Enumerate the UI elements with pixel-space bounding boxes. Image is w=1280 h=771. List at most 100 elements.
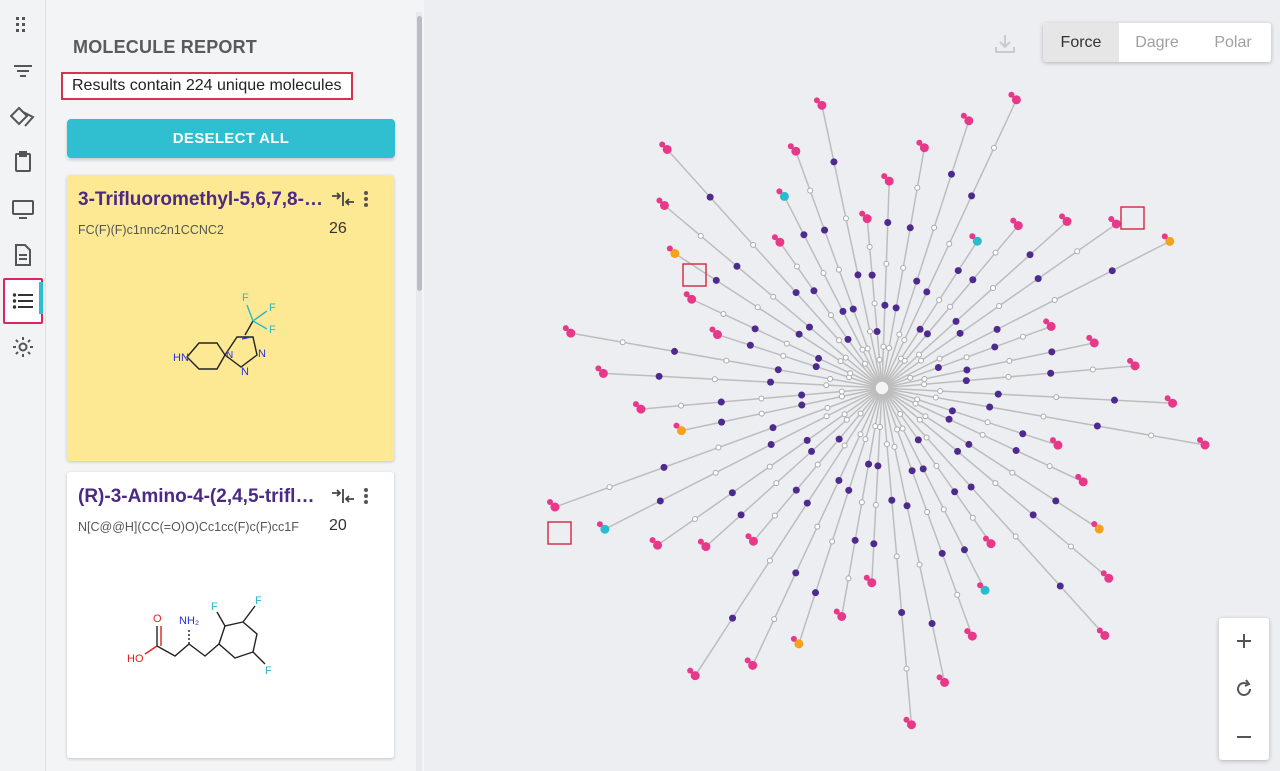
graph-node	[1059, 213, 1066, 220]
list-icon[interactable]	[3, 278, 43, 324]
graph-node	[854, 271, 862, 279]
graph-node	[805, 323, 813, 331]
graph-node	[1051, 297, 1058, 304]
graph-node	[962, 377, 970, 385]
reset-zoom-icon[interactable]	[1219, 666, 1269, 712]
graph-node	[792, 289, 800, 297]
more-menu-icon[interactable]	[363, 487, 369, 510]
graph-node	[771, 616, 778, 623]
graph-node	[656, 497, 664, 505]
graph-node	[1043, 318, 1050, 325]
graph-node	[767, 440, 775, 448]
network-graph[interactable]: Force Dagre Polar	[424, 0, 1280, 771]
graph-node	[881, 173, 888, 180]
graph-node	[861, 360, 868, 367]
graph-node	[835, 435, 843, 443]
graph-node	[906, 224, 914, 232]
graph-node	[1091, 521, 1098, 528]
download-icon[interactable]	[993, 33, 1017, 60]
molecule-name: 3-Trifluoromethyl-5,6,7,8-tetrahydro-[1,…	[78, 189, 323, 210]
graph-node	[1086, 334, 1093, 341]
graph-node	[827, 312, 834, 319]
graph-node	[835, 266, 842, 273]
graph-node	[706, 193, 714, 201]
graph-node	[812, 363, 820, 371]
graph-node	[783, 340, 790, 347]
more-menu-icon[interactable]	[363, 190, 369, 213]
gear-icon[interactable]	[3, 327, 43, 367]
graph-node	[913, 277, 921, 285]
graph-node	[912, 400, 919, 407]
graph-canvas[interactable]	[424, 0, 1280, 771]
graph-node	[996, 302, 1003, 309]
apps-icon[interactable]	[3, 5, 43, 45]
zoom-in-icon[interactable]	[1219, 618, 1269, 664]
zoom-out-icon[interactable]	[1219, 714, 1269, 760]
graph-node	[717, 398, 725, 406]
layout-force-button[interactable]: Force	[1043, 23, 1119, 62]
graph-node	[619, 339, 626, 346]
graph-node	[866, 243, 873, 250]
layout-dagre-button[interactable]: Dagre	[1119, 23, 1195, 62]
graph-node	[841, 411, 848, 418]
graph-node	[728, 489, 736, 497]
graph-node	[1053, 394, 1060, 401]
graph-node	[787, 143, 794, 150]
graph-node	[770, 293, 777, 300]
graph-node	[814, 523, 821, 530]
graph-node	[666, 245, 673, 252]
graph-node	[1056, 582, 1064, 590]
graph-node	[843, 416, 850, 423]
graph-node	[897, 410, 904, 417]
graph-node	[606, 484, 613, 491]
filter-icon[interactable]	[3, 51, 43, 91]
graph-node	[815, 354, 823, 362]
graph-node	[1026, 251, 1034, 259]
layout-polar-button[interactable]: Polar	[1195, 23, 1271, 62]
graph-node	[923, 330, 931, 338]
scrollbar-thumb[interactable]	[417, 16, 422, 291]
graph-node	[960, 546, 968, 554]
atom-label: F	[211, 601, 218, 613]
graph-node	[892, 304, 900, 312]
atom-label: N	[258, 348, 266, 360]
graph-node	[810, 287, 818, 295]
graph-node	[562, 325, 569, 332]
graph-node	[940, 506, 947, 513]
document-icon[interactable]	[3, 235, 43, 275]
graph-node	[723, 357, 730, 364]
graph-node	[876, 356, 883, 363]
graph-node	[798, 391, 806, 399]
compare-arrows-icon[interactable]	[331, 488, 355, 509]
monitor-icon[interactable]	[3, 189, 43, 229]
graph-node	[968, 192, 976, 200]
graph-node	[923, 434, 930, 441]
molecule-card[interactable]: (R)-3-Amino-4-(2,4,5-trifluorophenyl)but…	[67, 472, 394, 758]
graph-node	[1096, 627, 1103, 634]
graph-node	[954, 591, 961, 598]
layout-toggle[interactable]: Force Dagre Polar	[1043, 23, 1271, 62]
graph-node	[928, 620, 936, 628]
molecule-card[interactable]: 3-Trifluoromethyl-5,6,7,8-tetrahydro-[1,…	[67, 175, 394, 461]
graph-node	[1034, 275, 1042, 283]
graph-node	[803, 436, 811, 444]
atom-label: F	[269, 302, 276, 314]
graph-node	[803, 499, 811, 507]
graph-node	[1164, 395, 1171, 402]
graph-node	[945, 415, 953, 423]
graph-node	[691, 515, 698, 522]
graph-node	[858, 499, 865, 506]
graph-node	[903, 665, 910, 672]
graph-node	[1049, 437, 1056, 444]
graph-node	[870, 540, 878, 548]
atom-label: F	[269, 324, 276, 336]
clipboard-icon[interactable]	[3, 142, 43, 182]
diamond-icon[interactable]	[3, 97, 43, 137]
graph-node	[868, 271, 876, 279]
compare-arrows-icon[interactable]	[331, 191, 355, 212]
graph-node	[979, 431, 986, 438]
graph-node	[965, 440, 973, 448]
molecule-structure: F F F HN N N N	[173, 292, 276, 378]
deselect-all-button[interactable]: DESELECT ALL	[67, 119, 395, 158]
molecule-structure: O HO NH₂ F F F	[127, 595, 272, 677]
